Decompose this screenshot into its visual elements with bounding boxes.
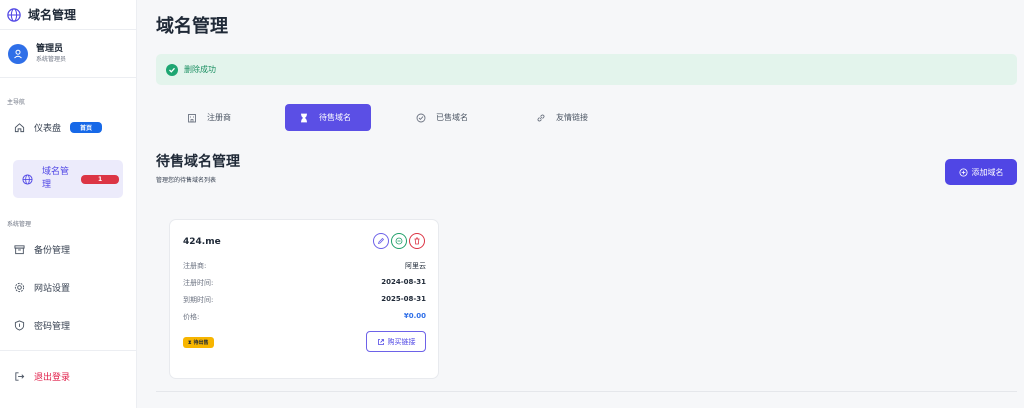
card-actions xyxy=(373,233,425,249)
sidebar-item-dashboard[interactable]: 仪表盘 首页 xyxy=(14,121,124,134)
divider xyxy=(0,29,137,30)
sidebar-item-backup[interactable]: 备份管理 xyxy=(14,243,124,256)
tab-links[interactable]: 友情链接 xyxy=(522,104,602,131)
success-alert: 删除成功 xyxy=(156,54,1017,85)
check-circle-icon xyxy=(166,63,178,76)
edit-button[interactable] xyxy=(373,233,389,249)
tab-bar: 注册商 待售域名 已售域名 友情链接 xyxy=(156,104,656,131)
home-icon xyxy=(14,123,25,133)
sidebar-item-settings[interactable]: 网站设置 xyxy=(14,281,124,294)
trash-icon xyxy=(414,237,420,245)
page-title: 域名管理 xyxy=(156,16,228,37)
mark-sold-button[interactable] xyxy=(391,233,407,249)
user-icon xyxy=(14,49,22,58)
external-link-icon xyxy=(377,338,384,345)
sidebar-item-label: 退出登录 xyxy=(34,373,71,383)
row-value: 阿里云 xyxy=(405,262,426,270)
user-name: 管理员 xyxy=(36,44,64,54)
hourglass-icon xyxy=(301,113,307,122)
row-value: 2024-08-31 xyxy=(381,278,426,286)
domains-count-badge: 1 xyxy=(81,174,120,184)
gear-icon xyxy=(14,282,25,293)
section-title: 待售域名管理 xyxy=(156,154,240,170)
price-row: 价格: ¥0.00 xyxy=(183,312,426,322)
divider xyxy=(156,391,1017,392)
row-label: 注册时间: xyxy=(183,279,214,287)
brand[interactable]: 域名管理 xyxy=(7,6,76,23)
globe-icon xyxy=(7,7,21,22)
sidebar-item-label: 备份管理 xyxy=(34,246,71,256)
sidebar-item-label: 密码管理 xyxy=(34,322,71,332)
divider xyxy=(0,350,137,351)
pencil-icon xyxy=(377,237,385,245)
building-icon xyxy=(188,113,196,122)
sold-icon xyxy=(395,237,403,245)
delete-button[interactable] xyxy=(409,233,425,249)
sidebar: 域名管理 管理员 系统管理员 主导航 仪表盘 首页 域名管理 1 系统管理 备份… xyxy=(0,0,137,408)
user-role: 系统管理员 xyxy=(36,56,67,63)
row-label: 价格: xyxy=(183,313,200,321)
nav-section-main: 主导航 xyxy=(7,99,26,106)
row-label: 到期时间: xyxy=(183,296,214,304)
row-value: ¥0.00 xyxy=(403,312,426,320)
sidebar-item-password[interactable]: 密码管理 xyxy=(14,319,124,332)
status-badge: ⧗ 待出售 xyxy=(183,337,214,348)
sidebar-item-label: 仪表盘 xyxy=(34,124,62,134)
archive-icon xyxy=(14,245,25,255)
status-text: 待出售 xyxy=(193,340,209,346)
section-subtitle: 管理您的待售域名列表 xyxy=(156,177,217,184)
sidebar-item-label: 域名管理 xyxy=(42,167,70,190)
app-root: 域名管理 管理员 系统管理员 主导航 仪表盘 首页 域名管理 1 系统管理 备份… xyxy=(0,0,1024,408)
add-domain-button[interactable]: 添加域名 xyxy=(945,159,1017,185)
globe-icon xyxy=(22,173,33,185)
buy-link-label: 购买链接 xyxy=(387,337,416,346)
check-circle-icon xyxy=(416,113,426,122)
tab-registrars[interactable]: 注册商 xyxy=(173,104,245,131)
user-profile[interactable]: 管理员 系统管理员 xyxy=(8,43,66,64)
tab-label: 注册商 xyxy=(207,113,231,122)
link-icon xyxy=(537,113,545,122)
hourglass-icon: ⧗ xyxy=(188,339,192,346)
tab-label: 友情链接 xyxy=(556,113,588,122)
brand-title: 域名管理 xyxy=(28,8,77,22)
alert-text: 删除成功 xyxy=(184,65,216,74)
divider xyxy=(0,77,137,78)
domain-card: 424.me 注册商: 阿里云 注册时间: 2024-08-31 到期时间: 2… xyxy=(169,219,439,379)
logout-icon xyxy=(15,372,25,381)
domain-name: 424.me xyxy=(183,237,221,247)
row-value: 2025-08-31 xyxy=(381,295,426,303)
buy-link-button[interactable]: 购买链接 xyxy=(366,331,426,352)
exp-date-row: 到期时间: 2025-08-31 xyxy=(183,295,426,305)
sidebar-item-logout[interactable]: 退出登录 xyxy=(14,370,124,383)
tab-label: 已售域名 xyxy=(436,113,468,122)
add-domain-label: 添加域名 xyxy=(971,167,1004,177)
row-label: 注册商: xyxy=(183,262,207,270)
dashboard-badge: 首页 xyxy=(70,122,103,133)
nav-section-system: 系统管理 xyxy=(7,221,32,228)
shield-icon xyxy=(14,320,25,331)
sidebar-item-domains[interactable]: 域名管理 1 xyxy=(13,160,123,198)
tab-label: 待售域名 xyxy=(319,113,351,122)
tab-for-sale[interactable]: 待售域名 xyxy=(285,104,371,131)
avatar xyxy=(8,43,28,64)
sidebar-item-label: 网站设置 xyxy=(34,284,71,294)
registrar-row: 注册商: 阿里云 xyxy=(183,261,426,271)
plus-circle-icon xyxy=(958,167,968,177)
tab-sold[interactable]: 已售域名 xyxy=(402,104,482,131)
reg-date-row: 注册时间: 2024-08-31 xyxy=(183,278,426,288)
